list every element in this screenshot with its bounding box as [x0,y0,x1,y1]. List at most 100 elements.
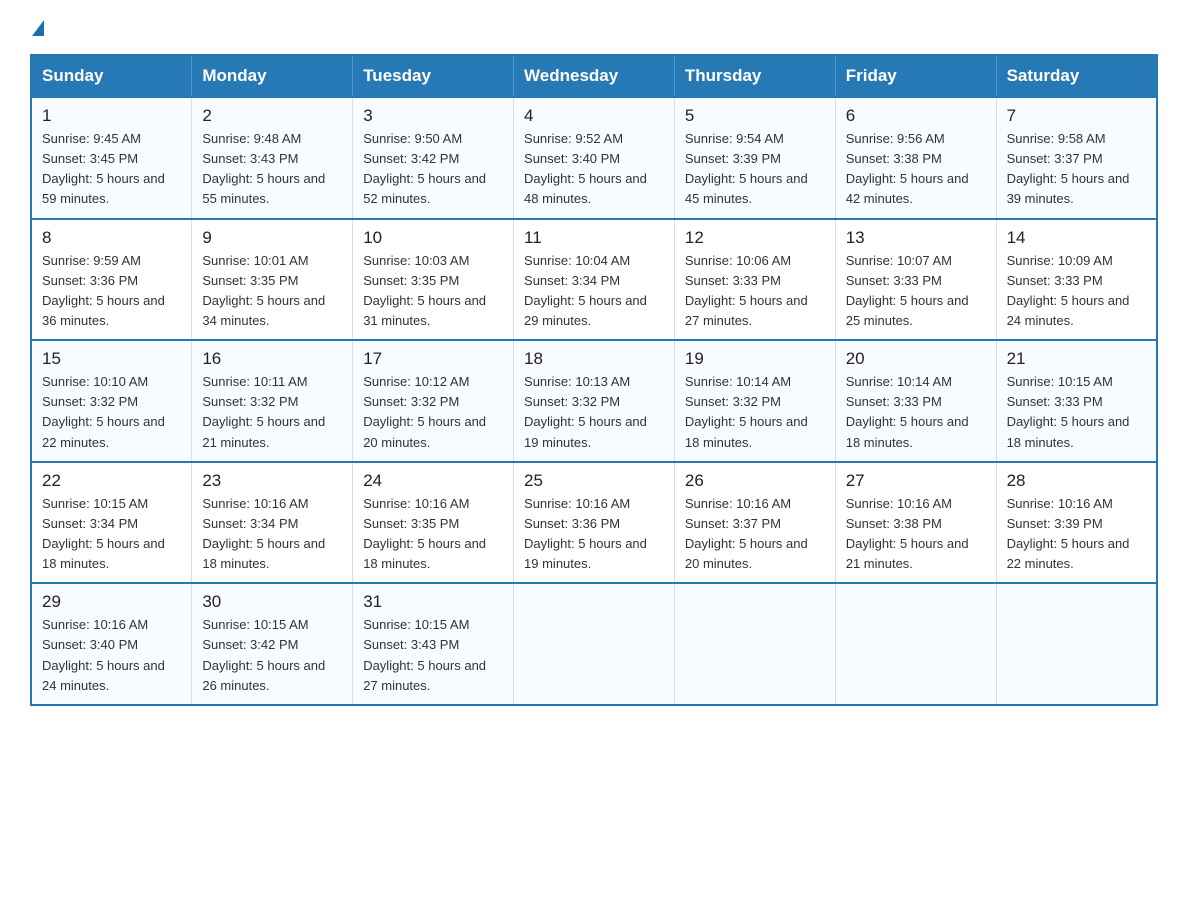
calendar-cell: 26Sunrise: 10:16 AMSunset: 3:37 PMDaylig… [674,462,835,584]
day-number: 18 [524,349,664,369]
day-number: 27 [846,471,986,491]
day-info: Sunrise: 9:52 AMSunset: 3:40 PMDaylight:… [524,129,664,210]
logo [30,20,46,36]
calendar-cell: 7 Sunrise: 9:58 AMSunset: 3:37 PMDaylight… [996,97,1157,219]
day-number: 6 [846,106,986,126]
day-number: 14 [1007,228,1146,248]
day-info: Sunrise: 10:04 AMSunset: 3:34 PMDaylight… [524,251,664,332]
day-info: Sunrise: 10:14 AMSunset: 3:32 PMDaylight… [685,372,825,453]
day-info: Sunrise: 10:13 AMSunset: 3:32 PMDaylight… [524,372,664,453]
day-number: 17 [363,349,503,369]
day-number: 4 [524,106,664,126]
day-info: Sunrise: 10:16 AMSunset: 3:38 PMDaylight… [846,494,986,575]
day-number: 30 [202,592,342,612]
day-number: 22 [42,471,181,491]
day-number: 29 [42,592,181,612]
day-number: 31 [363,592,503,612]
header-monday: Monday [192,55,353,97]
calendar-cell: 3 Sunrise: 9:50 AMSunset: 3:42 PMDaylight… [353,97,514,219]
day-number: 11 [524,228,664,248]
day-number: 26 [685,471,825,491]
calendar-week-row: 29 Sunrise: 10:16 AMSunset: 3:40 PMDaylig… [31,583,1157,705]
header-wednesday: Wednesday [514,55,675,97]
day-number: 13 [846,228,986,248]
day-number: 21 [1007,349,1146,369]
calendar-cell: 8 Sunrise: 9:59 AMSunset: 3:36 PMDaylight… [31,219,192,341]
calendar-cell [996,583,1157,705]
day-info: Sunrise: 10:15 AMSunset: 3:43 PMDaylight… [363,615,503,696]
day-info: Sunrise: 10:14 AMSunset: 3:33 PMDaylight… [846,372,986,453]
day-info: Sunrise: 9:45 AMSunset: 3:45 PMDaylight:… [42,129,181,210]
day-info: Sunrise: 9:48 AMSunset: 3:43 PMDaylight:… [202,129,342,210]
calendar-cell: 15 Sunrise: 10:10 AMSunset: 3:32 PMDaylig… [31,340,192,462]
day-info: Sunrise: 9:56 AMSunset: 3:38 PMDaylight:… [846,129,986,210]
day-info: Sunrise: 10:09 AMSunset: 3:33 PMDaylight… [1007,251,1146,332]
day-info: Sunrise: 10:16 AMSunset: 3:36 PMDaylight… [524,494,664,575]
weekday-header-row: Sunday Monday Tuesday Wednesday Thursday… [31,55,1157,97]
day-number: 10 [363,228,503,248]
day-number: 24 [363,471,503,491]
day-number: 20 [846,349,986,369]
day-number: 16 [202,349,342,369]
calendar-cell: 6 Sunrise: 9:56 AMSunset: 3:38 PMDaylight… [835,97,996,219]
calendar-cell [514,583,675,705]
day-info: Sunrise: 10:06 AMSunset: 3:33 PMDaylight… [685,251,825,332]
header-sunday: Sunday [31,55,192,97]
day-info: Sunrise: 10:16 AMSunset: 3:40 PMDaylight… [42,615,181,696]
calendar-cell: 16Sunrise: 10:11 AMSunset: 3:32 PMDaylig… [192,340,353,462]
calendar-cell: 25Sunrise: 10:16 AMSunset: 3:36 PMDaylig… [514,462,675,584]
day-info: Sunrise: 10:01 AMSunset: 3:35 PMDaylight… [202,251,342,332]
calendar-cell: 11 Sunrise: 10:04 AMSunset: 3:34 PMDaylig… [514,219,675,341]
calendar-cell: 19Sunrise: 10:14 AMSunset: 3:32 PMDaylig… [674,340,835,462]
day-info: Sunrise: 10:12 AMSunset: 3:32 PMDaylight… [363,372,503,453]
logo-triangle-icon [32,20,44,36]
day-number: 8 [42,228,181,248]
calendar-cell: 12 Sunrise: 10:06 AMSunset: 3:33 PMDaylig… [674,219,835,341]
calendar-cell [674,583,835,705]
calendar-cell: 29 Sunrise: 10:16 AMSunset: 3:40 PMDaylig… [31,583,192,705]
day-number: 7 [1007,106,1146,126]
day-number: 12 [685,228,825,248]
day-info: Sunrise: 9:54 AMSunset: 3:39 PMDaylight:… [685,129,825,210]
logo-text [30,20,46,36]
day-info: Sunrise: 10:07 AMSunset: 3:33 PMDaylight… [846,251,986,332]
calendar-cell: 10 Sunrise: 10:03 AMSunset: 3:35 PMDaylig… [353,219,514,341]
calendar-week-row: 1Sunrise: 9:45 AMSunset: 3:45 PMDaylight… [31,97,1157,219]
calendar-cell: 17 Sunrise: 10:12 AMSunset: 3:32 PMDaylig… [353,340,514,462]
calendar-week-row: 22Sunrise: 10:15 AMSunset: 3:34 PMDaylig… [31,462,1157,584]
calendar-cell: 27 Sunrise: 10:16 AMSunset: 3:38 PMDaylig… [835,462,996,584]
day-info: Sunrise: 10:15 AMSunset: 3:42 PMDaylight… [202,615,342,696]
day-info: Sunrise: 9:50 AMSunset: 3:42 PMDaylight:… [363,129,503,210]
day-number: 2 [202,106,342,126]
header-saturday: Saturday [996,55,1157,97]
day-number: 5 [685,106,825,126]
day-info: Sunrise: 10:03 AMSunset: 3:35 PMDaylight… [363,251,503,332]
day-info: Sunrise: 10:16 AMSunset: 3:34 PMDaylight… [202,494,342,575]
day-info: Sunrise: 9:59 AMSunset: 3:36 PMDaylight:… [42,251,181,332]
day-info: Sunrise: 9:58 AMSunset: 3:37 PMDaylight:… [1007,129,1146,210]
calendar-table: Sunday Monday Tuesday Wednesday Thursday… [30,54,1158,706]
day-info: Sunrise: 10:16 AMSunset: 3:35 PMDaylight… [363,494,503,575]
calendar-week-row: 8 Sunrise: 9:59 AMSunset: 3:36 PMDaylight… [31,219,1157,341]
calendar-cell: 14 Sunrise: 10:09 AMSunset: 3:33 PMDaylig… [996,219,1157,341]
page-header [30,20,1158,36]
calendar-cell: 5 Sunrise: 9:54 AMSunset: 3:39 PMDaylight… [674,97,835,219]
calendar-cell: 20 Sunrise: 10:14 AMSunset: 3:33 PMDaylig… [835,340,996,462]
calendar-cell: 2 Sunrise: 9:48 AMSunset: 3:43 PMDaylight… [192,97,353,219]
calendar-cell: 4 Sunrise: 9:52 AMSunset: 3:40 PMDaylight… [514,97,675,219]
day-info: Sunrise: 10:10 AMSunset: 3:32 PMDaylight… [42,372,181,453]
calendar-cell: 28 Sunrise: 10:16 AMSunset: 3:39 PMDaylig… [996,462,1157,584]
calendar-cell: 18 Sunrise: 10:13 AMSunset: 3:32 PMDaylig… [514,340,675,462]
day-number: 15 [42,349,181,369]
day-number: 3 [363,106,503,126]
header-friday: Friday [835,55,996,97]
calendar-cell: 9 Sunrise: 10:01 AMSunset: 3:35 PMDayligh… [192,219,353,341]
header-thursday: Thursday [674,55,835,97]
calendar-cell: 21Sunrise: 10:15 AMSunset: 3:33 PMDaylig… [996,340,1157,462]
calendar-cell: 22Sunrise: 10:15 AMSunset: 3:34 PMDaylig… [31,462,192,584]
calendar-cell: 1Sunrise: 9:45 AMSunset: 3:45 PMDaylight… [31,97,192,219]
day-info: Sunrise: 10:16 AMSunset: 3:39 PMDaylight… [1007,494,1146,575]
calendar-cell [835,583,996,705]
day-number: 28 [1007,471,1146,491]
day-number: 9 [202,228,342,248]
